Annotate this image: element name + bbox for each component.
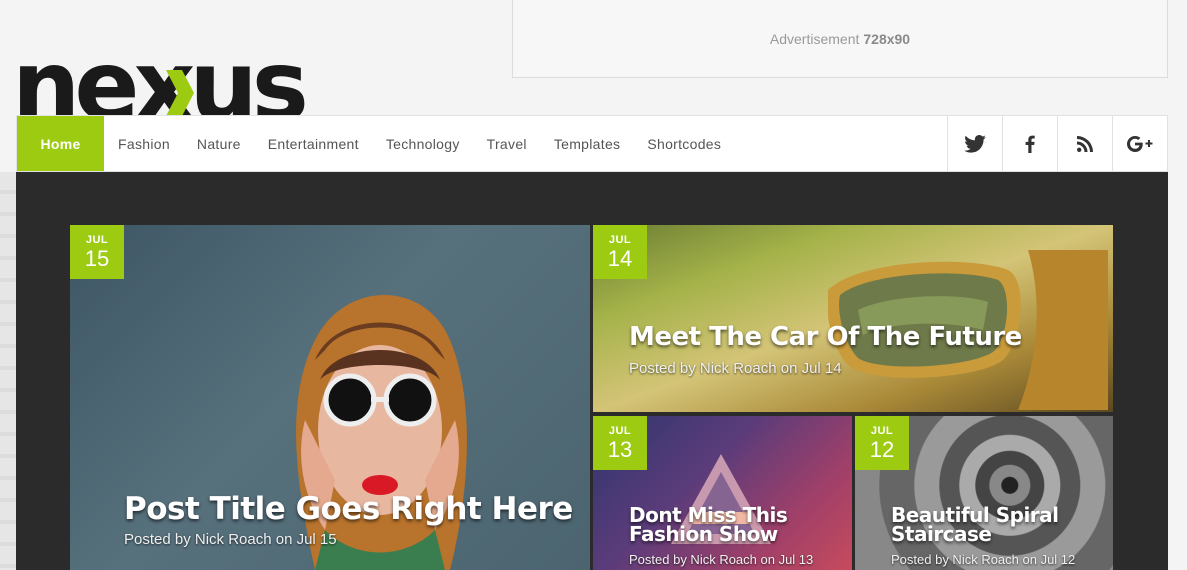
advertisement-banner[interactable]: Advertisement 728x90: [512, 0, 1168, 78]
page-background-stripe: [0, 172, 16, 570]
rss-icon: [1077, 135, 1093, 152]
post-date-badge: JUL 13: [593, 416, 647, 470]
post-date-day: 15: [84, 246, 110, 271]
post-meta: Posted by Nick Roach on Jul 14: [629, 360, 842, 377]
post-date-day: 12: [869, 437, 895, 462]
post-title[interactable]: Post Title Goes Right Here: [124, 491, 573, 527]
logo-text: nexus: [16, 56, 309, 116]
post-date-badge: JUL 14: [593, 225, 647, 279]
nav-item-technology[interactable]: Technology: [372, 116, 473, 171]
featured-post-wide[interactable]: JUL 14 Meet The Car Of The Future Posted…: [593, 225, 1113, 412]
post-date-month: JUL: [85, 234, 109, 246]
twitter-icon: [964, 134, 986, 153]
logo-x-accent: [166, 70, 194, 116]
facebook-button[interactable]: [1002, 116, 1057, 171]
post-meta: Posted by Nick Roach on Jul 15: [124, 531, 337, 548]
post-date-month: JUL: [608, 425, 632, 437]
ad-size: 728x90: [863, 30, 911, 47]
google-plus-icon: [1127, 135, 1153, 152]
social-links: [947, 116, 1167, 171]
post-date-month: JUL: [870, 425, 894, 437]
post-meta: Posted by Nick Roach on Jul 12: [891, 552, 1076, 567]
featured-post-large[interactable]: JUL 15 Post Title Goes Right Here Posted…: [70, 225, 590, 570]
rss-button[interactable]: [1057, 116, 1112, 171]
nav-item-home[interactable]: Home: [17, 116, 104, 171]
nav-item-shortcodes[interactable]: Shortcodes: [634, 116, 735, 171]
nav-item-nature[interactable]: Nature: [183, 116, 254, 171]
featured-post-small-left[interactable]: JUL 13 Dont Miss This Fashion Show Poste…: [593, 416, 852, 570]
post-title[interactable]: Meet The Car Of The Future: [629, 322, 1022, 352]
nav-item-fashion[interactable]: Fashion: [104, 116, 183, 171]
ad-label: Advertisement: [769, 30, 860, 47]
post-date-month: JUL: [608, 234, 632, 246]
post-date-badge: JUL 15: [70, 225, 124, 279]
nav-item-templates[interactable]: Templates: [540, 116, 634, 171]
facebook-icon: [1025, 135, 1035, 153]
post-title[interactable]: Dont Miss This Fashion Show: [629, 505, 819, 544]
post-date-day: 13: [607, 437, 633, 462]
featured-post-small-right[interactable]: JUL 12 Beautiful Spiral Staircase Posted…: [855, 416, 1113, 570]
post-date-day: 14: [607, 246, 633, 271]
post-date-badge: JUL 12: [855, 416, 909, 470]
main-navigation: Home Fashion Nature Entertainment Techno…: [16, 115, 1168, 172]
post-title[interactable]: Beautiful Spiral Staircase: [891, 505, 1091, 544]
nav-item-entertainment[interactable]: Entertainment: [254, 116, 372, 171]
twitter-button[interactable]: [947, 116, 1002, 171]
site-logo[interactable]: nexus: [16, 56, 326, 116]
post-meta: Posted by Nick Roach on Jul 13: [629, 552, 814, 567]
nav-item-travel[interactable]: Travel: [473, 116, 540, 171]
google-plus-button[interactable]: [1112, 116, 1167, 171]
